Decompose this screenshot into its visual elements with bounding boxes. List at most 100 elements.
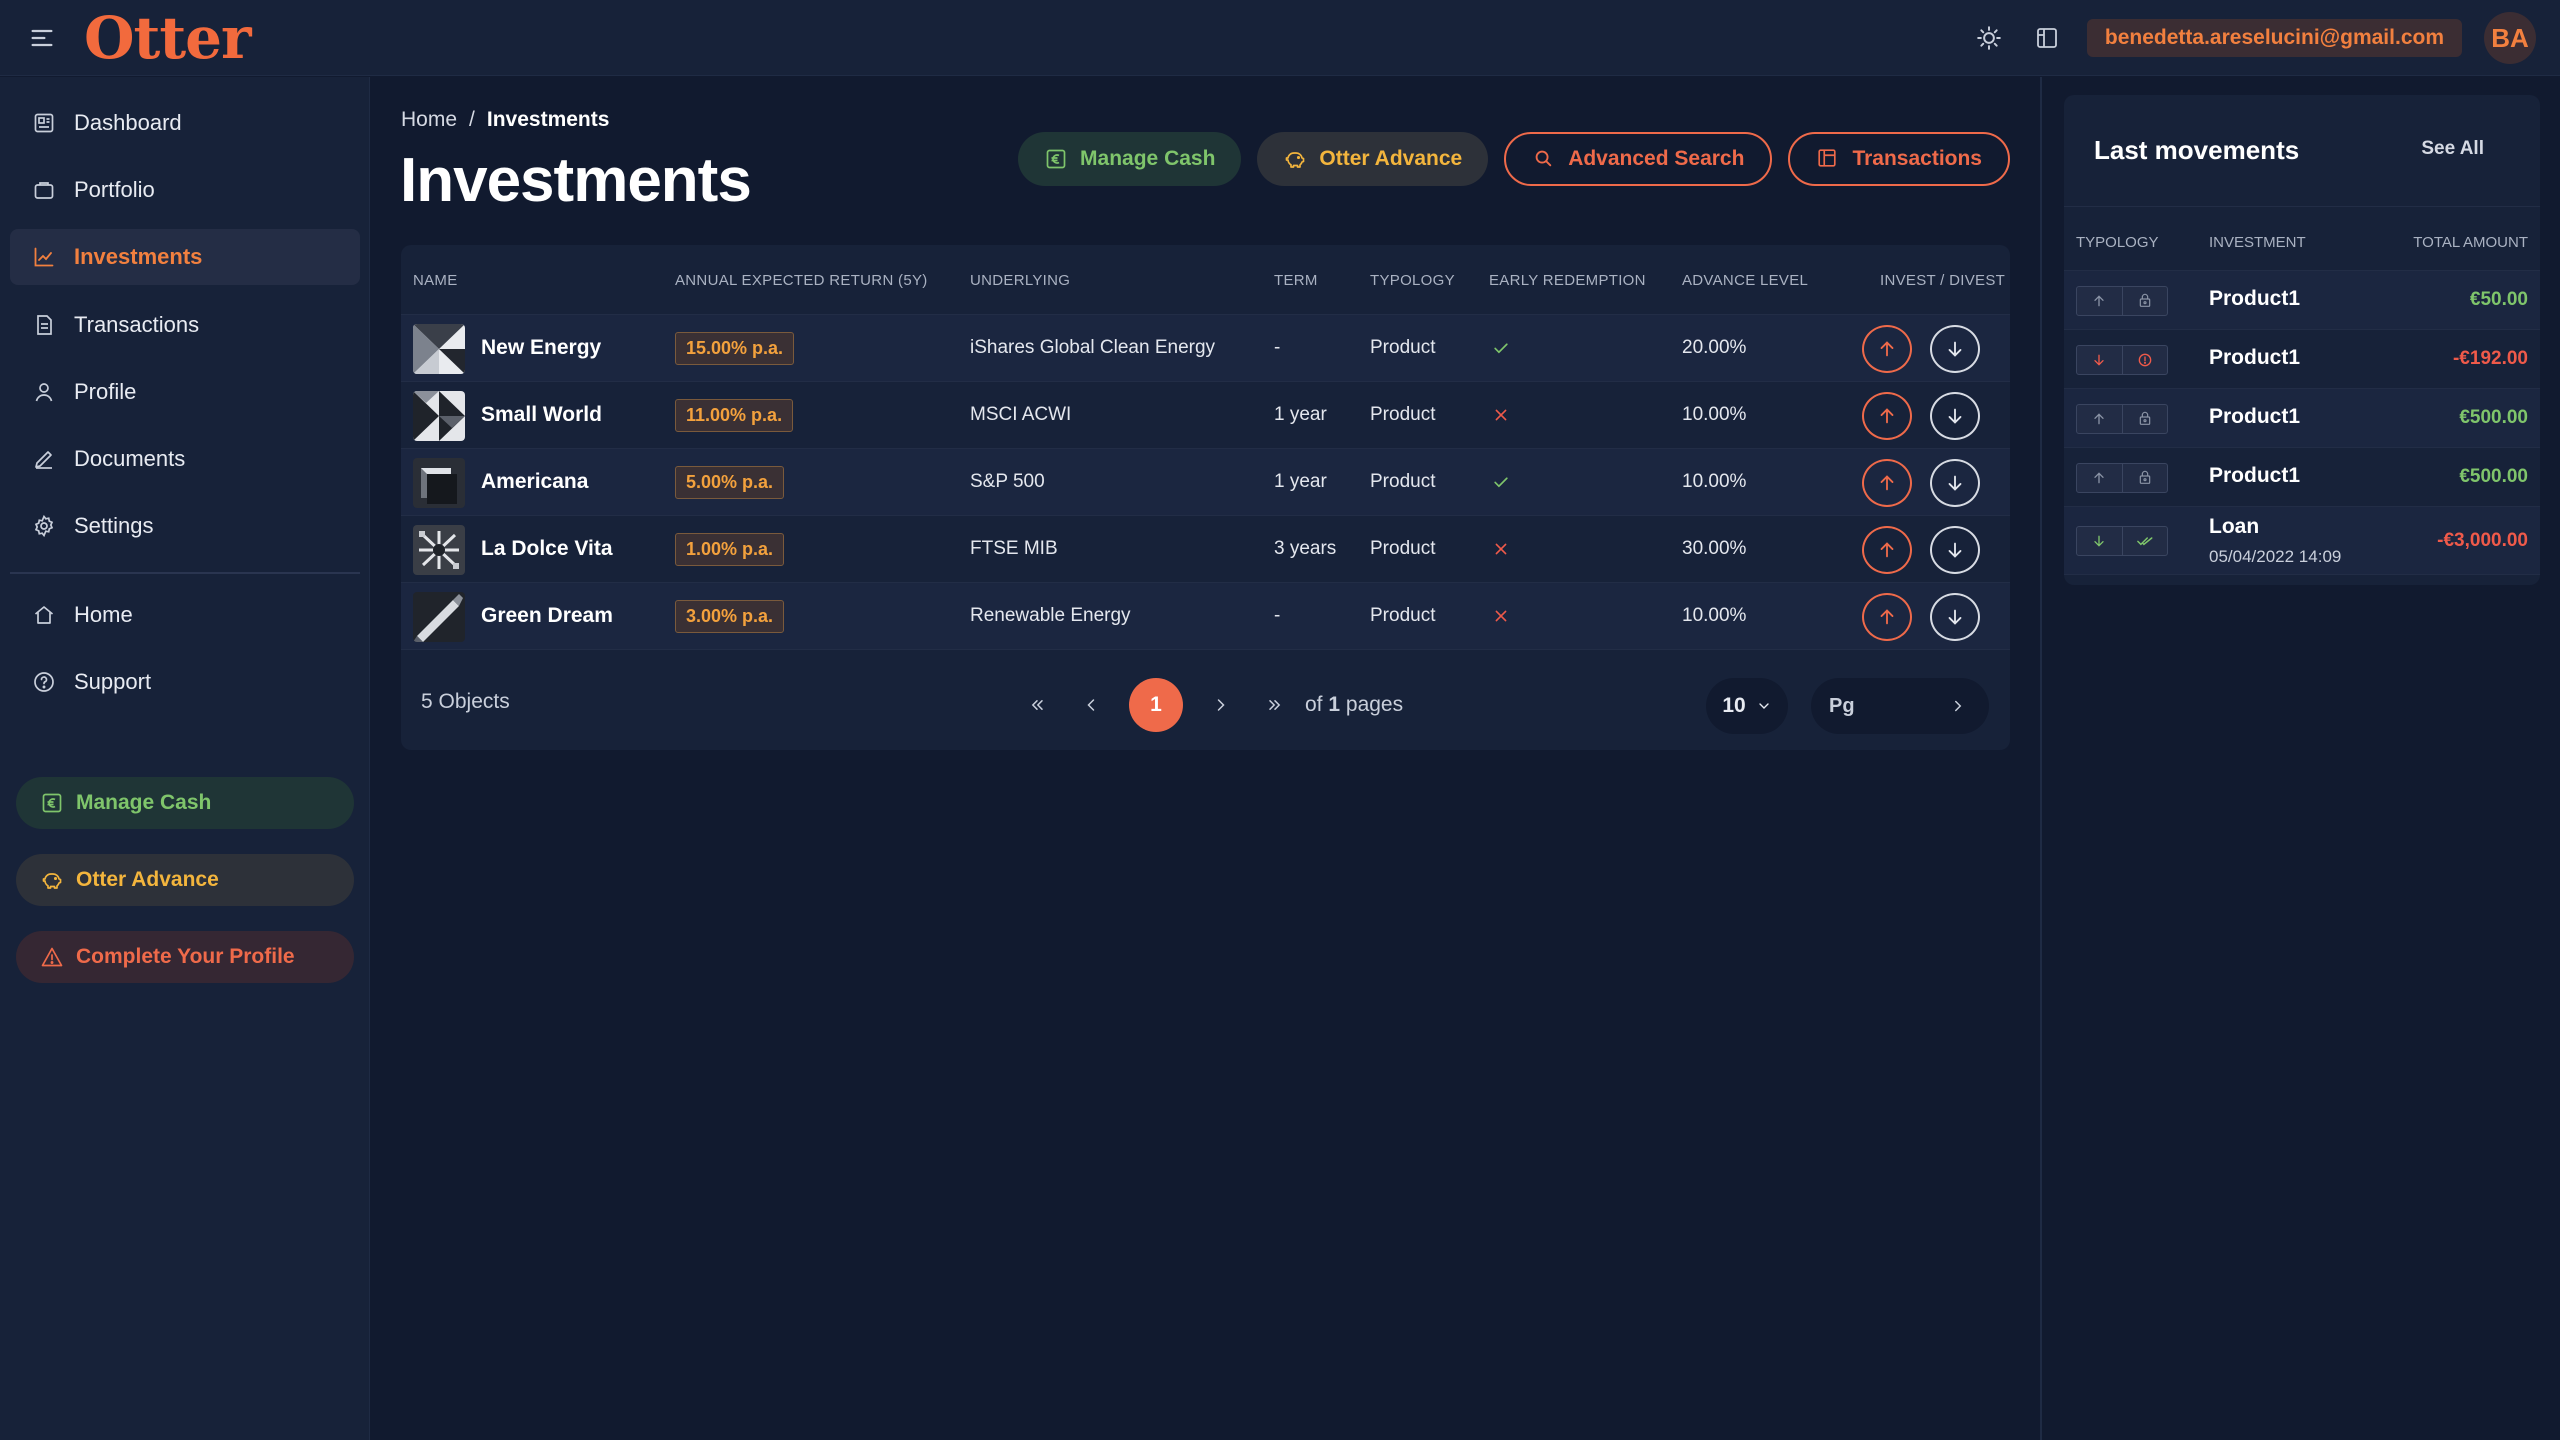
sidebar-item-dashboard[interactable]: Dashboard [10, 95, 360, 151]
document-icon [32, 313, 56, 337]
typology-badge [2076, 526, 2168, 556]
sidebar-item-documents[interactable]: Documents [10, 431, 360, 487]
see-all-link[interactable]: See All [2421, 138, 2484, 160]
user-email[interactable]: benedetta.areselucini@gmail.com [2086, 19, 2462, 57]
divest-button[interactable] [1930, 325, 1980, 373]
product-name[interactable]: Green Dream [481, 583, 613, 649]
cross-icon [1491, 405, 1511, 425]
button-label: Advanced Search [1568, 147, 1745, 170]
movement-amount: -€3,000.00 [2437, 530, 2528, 551]
bank-icon [2121, 287, 2168, 315]
list-item[interactable]: Product1 €500.00 [2064, 389, 2540, 448]
sidebar-complete-profile-button[interactable]: Complete Your Profile [16, 931, 354, 983]
column-header-investment: INVESTMENT [2209, 234, 2306, 251]
advanced-search-button[interactable]: Advanced Search [1504, 132, 1773, 186]
menu-icon[interactable] [28, 24, 56, 52]
column-header-typology[interactable]: TYPOLOGY [1370, 272, 1455, 289]
invest-button[interactable] [1862, 526, 1912, 574]
page-total-label: of 1 pages [1305, 693, 1403, 717]
table-row[interactable]: Small World 11.00% p.a. MSCI ACWI 1 year… [401, 382, 2010, 449]
first-page-icon[interactable] [1021, 689, 1053, 721]
sidebar-divider [10, 572, 360, 574]
sidebar-manage-cash-button[interactable]: Manage Cash [16, 777, 354, 829]
arrow-up-icon [2077, 405, 2122, 433]
previous-page-icon[interactable] [1075, 689, 1107, 721]
column-header-name[interactable]: NAME [413, 272, 458, 289]
gear-icon [32, 514, 56, 538]
divest-button[interactable] [1930, 459, 1980, 507]
list-item[interactable]: Product1 -€192.00 [2064, 330, 2540, 389]
term: - [1274, 337, 1281, 358]
underlying: S&P 500 [970, 471, 1045, 492]
last-page-icon[interactable] [1259, 689, 1291, 721]
cash-icon [1044, 147, 1068, 171]
table-body: New Energy 15.00% p.a. iShares Global Cl… [401, 315, 2010, 650]
invest-button[interactable] [1862, 325, 1912, 373]
sidebar-item-support[interactable]: Support [10, 654, 360, 710]
table-row[interactable]: Green Dream 3.00% p.a. Renewable Energy … [401, 583, 2010, 650]
sidebar-item-label: Portfolio [74, 177, 155, 202]
column-header-term[interactable]: TERM [1274, 272, 1318, 289]
arrow-down-icon [1944, 539, 1966, 561]
arrow-up-icon [2077, 287, 2122, 315]
column-header-early-redemption[interactable]: EARLY REDEMPTION [1489, 272, 1646, 289]
per-page-select[interactable]: 10 [1706, 678, 1788, 734]
avatar[interactable]: BA [2484, 12, 2536, 64]
sidebar-item-profile[interactable]: Profile [10, 364, 360, 420]
theme-toggle-sun-icon[interactable] [1971, 20, 2007, 56]
product-name[interactable]: La Dolce Vita [481, 516, 613, 582]
movement-amount: -€192.00 [2452, 348, 2528, 369]
dashboard-icon [32, 111, 56, 135]
sidebar-item-portfolio[interactable]: Portfolio [10, 162, 360, 218]
column-header-advance-level[interactable]: ADVANCE LEVEL [1682, 272, 1808, 289]
cross-icon [1491, 606, 1511, 626]
table-header: NAME ANNUAL EXPECTED RETURN (5Y) UNDERLY… [401, 245, 2010, 315]
sidebar-item-investments[interactable]: Investments [10, 229, 360, 285]
alert-icon [2121, 346, 2168, 374]
product-name[interactable]: Americana [481, 449, 588, 515]
breadcrumb-home[interactable]: Home [401, 108, 457, 132]
list-item[interactable]: Product1 €500.00 [2064, 448, 2540, 507]
page-number-button[interactable]: 1 [1129, 678, 1183, 732]
table-row[interactable]: La Dolce Vita 1.00% p.a. FTSE MIB 3 year… [401, 516, 2010, 583]
sidebar-otter-advance-button[interactable]: Otter Advance [16, 854, 354, 906]
advance-level: 10.00% [1682, 404, 1747, 425]
return-badge: 15.00% p.a. [675, 331, 795, 365]
invest-button[interactable] [1862, 593, 1912, 641]
app-logo[interactable]: Otter [84, 4, 252, 72]
sidebar-item-label: Investments [74, 244, 203, 269]
column-header-return[interactable]: ANNUAL EXPECTED RETURN (5Y) [675, 272, 928, 289]
sidebar-item-home[interactable]: Home [10, 587, 360, 643]
product-name[interactable]: Small World [481, 382, 602, 448]
manage-cash-button[interactable]: Manage Cash [1018, 132, 1242, 186]
return-badge: 1.00% p.a. [675, 532, 785, 566]
invest-button[interactable] [1862, 459, 1912, 507]
page-jump-input[interactable]: Pg [1811, 678, 1989, 734]
sidebar-item-label: Home [74, 602, 133, 627]
table-row[interactable]: Americana 5.00% p.a. S&P 500 1 year Prod… [401, 449, 2010, 516]
movements-columns: TYPOLOGY INVESTMENT TOTAL AMOUNT [2064, 207, 2540, 271]
sidebar-item-transactions[interactable]: Transactions [10, 297, 360, 353]
product-name[interactable]: New Energy [481, 315, 601, 381]
next-page-icon[interactable] [1205, 689, 1237, 721]
list-item[interactable]: Loan 05/04/2022 14:09 -€3,000.00 [2064, 507, 2540, 575]
arrow-down-icon [1944, 472, 1966, 494]
chevron-right-icon[interactable] [1949, 697, 1967, 715]
column-header-underlying[interactable]: UNDERLYING [970, 272, 1070, 289]
arrow-up-icon [1876, 539, 1898, 561]
column-header-invest-divest: INVEST / DIVEST [1880, 272, 2006, 289]
divest-button[interactable] [1930, 392, 1980, 440]
typology-badge [2076, 286, 2168, 316]
otter-advance-button[interactable]: Otter Advance [1257, 132, 1489, 186]
table-row[interactable]: New Energy 15.00% p.a. iShares Global Cl… [401, 315, 2010, 382]
sidebar-item-settings[interactable]: Settings [10, 498, 360, 554]
invest-button[interactable] [1862, 392, 1912, 440]
typology-badge [2076, 404, 2168, 434]
transactions-button[interactable]: Transactions [1788, 132, 2010, 186]
layout-panel-icon[interactable] [2029, 20, 2065, 56]
divest-button[interactable] [1930, 526, 1980, 574]
list-item[interactable]: Product1 €50.00 [2064, 271, 2540, 330]
user-icon [32, 380, 56, 404]
product-thumbnail [413, 391, 465, 441]
divest-button[interactable] [1930, 593, 1980, 641]
